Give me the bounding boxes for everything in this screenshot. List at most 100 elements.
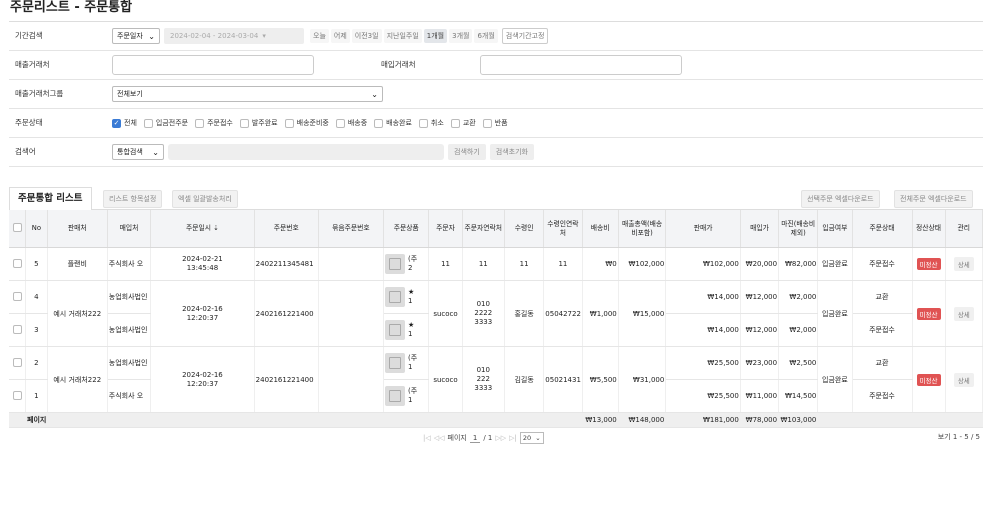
row-checkbox[interactable] (12, 258, 22, 268)
page-size-select[interactable]: 20 ⌄ (519, 432, 544, 444)
order-product-cell[interactable]: ★ 1 (383, 280, 430, 314)
order-product-cell[interactable]: (주 2 (383, 247, 430, 281)
receiver-cell: 11 (504, 247, 545, 281)
date-range-value: 2024-02-04 - 2024-03-04 (170, 32, 259, 40)
quick-range-button[interactable]: 3개월 (449, 29, 473, 43)
status-checkbox[interactable]: 발주완료 (239, 118, 278, 128)
prev-page-icon[interactable]: ◁◁ (434, 434, 445, 442)
checkbox-box[interactable] (335, 118, 345, 128)
bundle-number-cell (318, 247, 384, 281)
list-settings-button[interactable]: 리스트 항목설정 (103, 190, 163, 208)
buyer-cell: 농업회사법인 (107, 313, 152, 347)
page-size-value: 20 (522, 434, 532, 442)
column-header[interactable]: 주문일시 ⇣ (150, 210, 255, 248)
first-page-icon[interactable]: |◁ (423, 434, 431, 442)
sales-group-select[interactable]: 전체보기 ⌄ (112, 86, 383, 102)
status-checkbox-label: 교환 (462, 119, 476, 127)
checkbox-box[interactable] (195, 118, 205, 128)
checkbox-box[interactable] (374, 118, 384, 128)
column-header: 배송비 (582, 210, 619, 248)
manage-cell[interactable]: 상세 (945, 280, 984, 347)
checkbox-box[interactable] (143, 118, 153, 128)
column-header: 입금여부 (817, 210, 853, 248)
product-name: (주 2 (408, 255, 417, 273)
status-checkbox[interactable]: 취소 (418, 118, 444, 128)
table-row[interactable]: 4 예시 거래처222 농업회사법인 2024-02-16 12:20:37 240216… (9, 280, 984, 347)
chevron-down-icon: ⌄ (535, 434, 541, 442)
footer-label: 페이지 (25, 412, 48, 428)
keyword-input[interactable] (168, 144, 444, 160)
row-checkbox-cell[interactable] (9, 346, 27, 380)
status-checkbox-label: 배송완료 (386, 119, 412, 127)
detail-button[interactable]: 상세 (953, 306, 974, 321)
fix-period-button[interactable]: 검색기간고정 (501, 28, 549, 44)
order-time: 13:45:48 (186, 264, 219, 272)
cost-price-cell: ₩23,000 (740, 346, 780, 380)
select-all-checkbox[interactable] (12, 222, 22, 232)
search-button[interactable]: 검색하기 (448, 144, 486, 160)
manage-cell[interactable]: 상세 (945, 346, 984, 413)
detail-button[interactable]: 상세 (953, 257, 974, 271)
status-checkbox[interactable]: 입금전주문 (143, 118, 188, 128)
order-product-cell[interactable]: (주 1 (383, 379, 430, 413)
tab-order-list[interactable]: 주문통합 리스트 (9, 187, 92, 211)
row-checkbox[interactable] (12, 390, 22, 400)
column-header: 묶음주문번호 (318, 210, 384, 248)
status-checkbox[interactable]: 배송중 (335, 118, 367, 128)
status-checkbox[interactable]: 배송완료 (374, 118, 412, 128)
checkbox-box[interactable] (482, 118, 492, 128)
select-all-checkbox-cell[interactable] (9, 210, 27, 248)
bundle-number-cell (318, 280, 384, 347)
row-checkbox-cell[interactable] (9, 313, 27, 347)
row-checkbox-cell[interactable] (9, 247, 27, 281)
sales-partner-input[interactable] (112, 55, 314, 75)
detail-button[interactable]: 상세 (953, 372, 974, 387)
margin-cell: ₩2,000 (778, 280, 819, 314)
next-page-icon[interactable]: ▷▷ (495, 434, 506, 442)
keyword-type-select[interactable]: 통합검색 ⌄ (112, 144, 164, 160)
checkbox-box[interactable] (284, 118, 294, 128)
row-checkbox[interactable] (12, 357, 22, 367)
table-row[interactable]: 2 예시 거래처222 농업회사법인 2024-02-16 12:20:37 240216… (9, 346, 984, 413)
row-checkbox[interactable] (12, 291, 22, 301)
checkbox-box[interactable] (239, 118, 249, 128)
current-page-input[interactable]: 1 (469, 434, 481, 443)
table-row[interactable]: 5 플랜비 주식회사 오 2024-02-21 13:45:48 240221134548… (9, 247, 984, 281)
footer-cell (945, 412, 984, 428)
row-checkbox-cell[interactable] (9, 379, 27, 413)
checkbox-box[interactable] (418, 118, 428, 128)
status-row: 주문상태 ✓ 전체 입금전주문 주문접수 발주완료 배송준비중 배송중 배송완료 취소 교환 반품 (9, 109, 983, 138)
phone-part: 010 (476, 366, 490, 374)
status-checkbox-label: 배송준비중 (296, 119, 329, 127)
all-excel-download-button[interactable]: 전체주문 엑셀다운로드 (894, 190, 973, 208)
row-checkbox-cell[interactable] (9, 280, 27, 314)
status-checkbox[interactable]: ✓ 전체 (112, 118, 137, 128)
quick-range-button[interactable]: 오늘 (310, 29, 329, 43)
period-type-select[interactable]: 주문일자 ⌄ (112, 28, 160, 44)
order-product-cell[interactable]: (주 1 (383, 346, 430, 380)
selected-excel-download-button[interactable]: 선택주문 엑셀다운로드 (801, 190, 880, 208)
reset-button[interactable]: 검색초기화 (489, 144, 534, 160)
purchase-partner-input[interactable] (480, 55, 682, 75)
status-checkbox[interactable]: 주문접수 (195, 118, 233, 128)
excel-ship-button[interactable]: 엑셀 일괄발송처리 (172, 190, 238, 208)
status-checkbox[interactable]: 배송준비중 (284, 118, 329, 128)
order-product-cell[interactable]: ★ 1 (383, 313, 430, 347)
quick-range-button[interactable]: 1개월 (423, 29, 448, 43)
total-sales-cell: ₩102,000 (618, 247, 667, 281)
quick-range-button[interactable]: 지난일주일 (383, 29, 422, 43)
checkbox-box[interactable] (450, 118, 460, 128)
date-range-picker[interactable]: 2024-02-04 - 2024-03-04 ▾ (164, 28, 304, 44)
sale-price-cell: ₩25,500 (665, 379, 741, 413)
quick-range-button[interactable]: 6개월 (474, 29, 498, 43)
manage-cell[interactable]: 상세 (945, 247, 984, 281)
phone-part: 3333 (474, 384, 493, 392)
status-checkbox[interactable]: 교환 (450, 118, 476, 128)
quick-range-button[interactable]: 이전3일 (351, 29, 382, 43)
checkbox-box[interactable]: ✓ (112, 118, 121, 128)
row-checkbox[interactable] (12, 324, 22, 334)
quick-range-button[interactable]: 어제 (330, 29, 350, 43)
status-checkbox-group: ✓ 전체 입금전주문 주문접수 발주완료 배송준비중 배송중 배송완료 취소 교환 반품 (112, 109, 511, 137)
status-checkbox[interactable]: 반품 (482, 118, 508, 128)
last-page-icon[interactable]: ▷| (509, 434, 517, 442)
